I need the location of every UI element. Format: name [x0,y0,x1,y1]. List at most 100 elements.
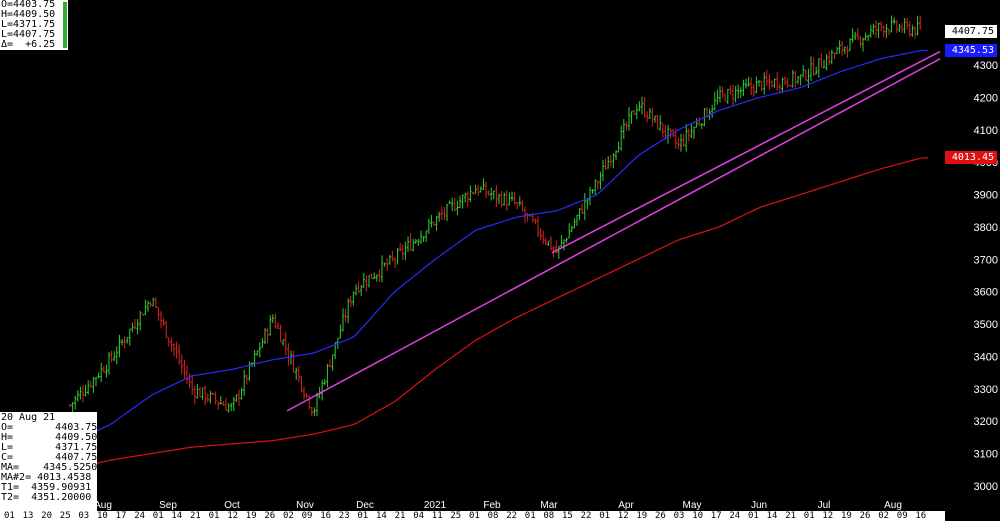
ohlc-bar [523,206,527,223]
ohlc-bar [432,221,436,226]
ohlc-bar [726,88,729,104]
x-month-label: 2021 [424,500,447,511]
ohlc-bar [139,310,142,331]
ohlc-bar [461,194,464,209]
ohlc-bar [406,236,410,253]
ohlc-bar [695,118,698,128]
ohlc-bar [74,395,77,410]
ohlc-bar [744,78,748,89]
x-day-label: 10 [97,511,108,521]
ohlc-bar [518,196,521,207]
ohlc-bar [243,369,246,396]
ohlc-bar [237,389,241,406]
ohlc-bar [760,80,763,92]
ohlc-bar [679,133,683,152]
ohlc-bar [500,190,503,208]
ohlc-bar [354,284,358,296]
x-day-label: 09 [896,511,908,521]
ohlc-bar [167,337,170,347]
x-day-label: 15 [562,511,573,521]
ohlc-bar [391,250,394,262]
ohlc-bar [344,308,347,323]
ohlc-bar [570,225,573,233]
chart-root: 3000 3100 3200 3300 3400 3500 3600 3700 3800 3900… [0,0,1000,521]
ohlc-bar [417,238,420,246]
ohlc-bar [841,40,844,56]
ohlc-bar [578,208,581,221]
y-tick-label: 3600 [974,287,998,299]
ohlc-bar [448,200,451,204]
x-day-label: 01 [748,511,759,521]
ohlc-bar [830,49,833,65]
ohlc-bar [110,350,113,363]
ohlc-bar [742,79,745,97]
ohlc-bar [651,107,654,127]
ohlc-bar [297,365,300,383]
ohlc-bar [162,318,165,327]
trendline-long [286,58,941,412]
ohlc-bar [882,25,885,38]
ohlc-bar [594,179,597,197]
price-chart[interactable]: 3000 3100 3200 3300 3400 3500 3600 3700 3800 3900… [0,0,1000,521]
x-day-label: 16 [915,511,927,521]
x-day-label: 01 [4,511,15,521]
ohlc-bar [583,192,586,221]
ohlc-bar [266,327,269,344]
ohlc-bar [188,373,191,389]
ohlc-bar [341,308,345,332]
x-day-label: 10 [692,511,704,521]
ohlc-bar [305,393,308,399]
x-day-label: 17 [115,511,127,521]
ohlc-bar [547,240,550,246]
y-tick-label: 3100 [974,449,998,461]
ohlc-bar [885,23,888,39]
ohlc-bar [180,354,183,375]
y-tick-label: 3300 [974,384,998,396]
x-day-label: 01 [208,511,220,521]
ohlc-bar [105,364,108,378]
x-day-label: 03 [673,511,685,521]
ohlc-bar [825,53,828,71]
ohlc-bar [271,314,274,324]
ohlc-bar [367,275,371,288]
ohlc-bar [739,86,742,98]
ohlc-bar [84,384,87,397]
ohlc-bar [451,197,454,211]
ohlc-bar [911,24,914,37]
ohlc-bar [165,321,168,338]
x-month-label: Dec [356,500,374,511]
x-day-label: 11 [431,511,443,521]
ohlc-bar [487,190,490,196]
ohlc-bar [386,258,389,271]
ohlc-bar [154,297,157,308]
y-tick-label: 3000 [974,481,998,493]
ohlc-bar [661,123,664,138]
ohlc-bar [68,403,72,408]
ohlc-bar [682,134,685,147]
x-day-label: 26 [859,511,871,521]
ohlc-bar [828,50,831,65]
x-day-label: 16 [320,511,332,521]
ohlc-bar [222,401,225,406]
ohlc-bar [430,214,433,228]
x-day-label: 02 [283,511,294,521]
x-day-label: 12 [227,511,239,521]
ohlc-bar [627,107,631,131]
ohlc-bar [737,84,740,99]
x-day-label: 04 [413,511,425,521]
ohlc-bar [919,15,922,30]
ohlc-bar [152,297,155,307]
ohlc-bar [747,76,750,87]
ohlc-bar [630,111,633,124]
ohlc-bar [833,52,836,60]
ohlc-bar [440,206,443,220]
ohlc-bar [765,69,768,86]
ohlc-bar [245,374,248,385]
ohlc-bar [214,391,217,405]
ohlc-bar [549,236,553,251]
ohlc-bar [724,93,727,102]
ohlc-bar [562,239,566,251]
ohlc-bar [224,397,228,411]
price-tag: 4345.53 [945,44,997,57]
ohlc-bar [269,315,272,336]
